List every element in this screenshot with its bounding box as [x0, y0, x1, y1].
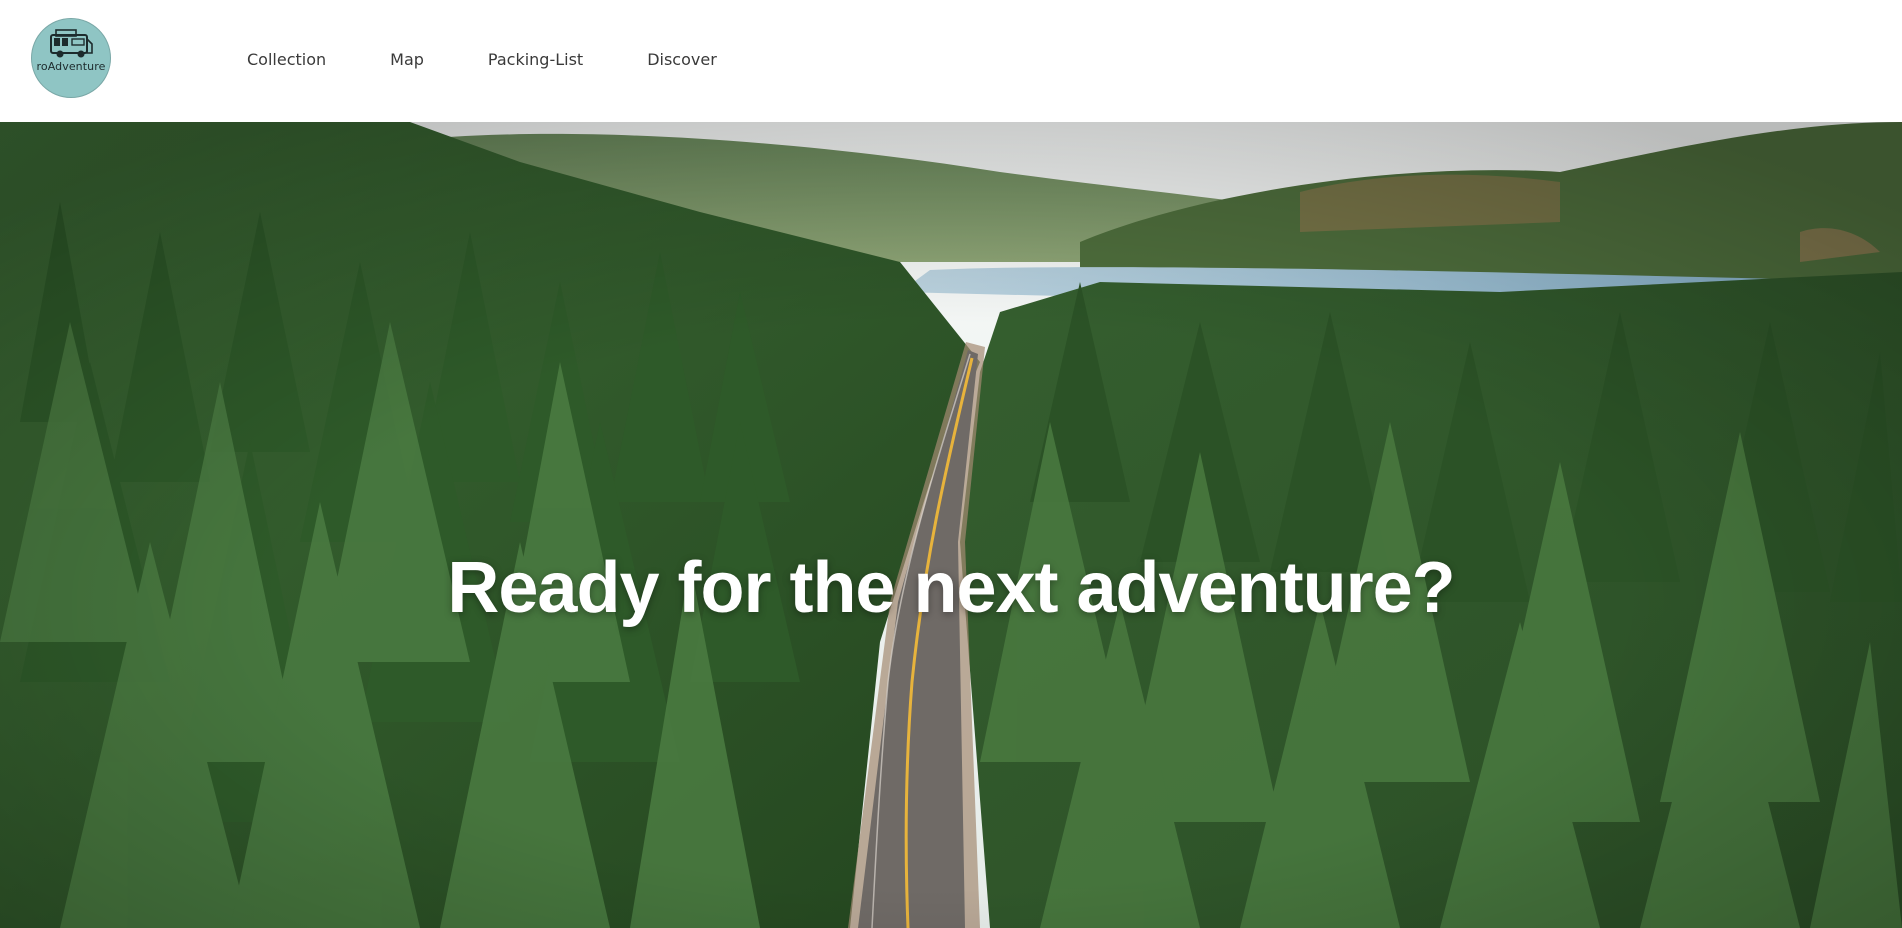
site-header: roAdventure Collection Map Packing-List … — [0, 0, 1902, 122]
hero-section: Ready for the next adventure? — [0, 122, 1902, 928]
hero-background-image — [0, 122, 1902, 928]
site-logo[interactable]: roAdventure — [31, 18, 111, 98]
hero-headline: Ready for the next adventure? — [447, 548, 1455, 629]
nav-item-collection[interactable]: Collection — [247, 50, 326, 69]
logo-text: roAdventure — [36, 60, 106, 73]
main-nav: Collection Map Packing-List Discover — [247, 50, 781, 69]
nav-item-packing-list[interactable]: Packing-List — [488, 50, 583, 69]
camper-van-icon — [50, 29, 93, 58]
nav-item-discover[interactable]: Discover — [647, 50, 717, 69]
nav-item-map[interactable]: Map — [390, 50, 424, 69]
